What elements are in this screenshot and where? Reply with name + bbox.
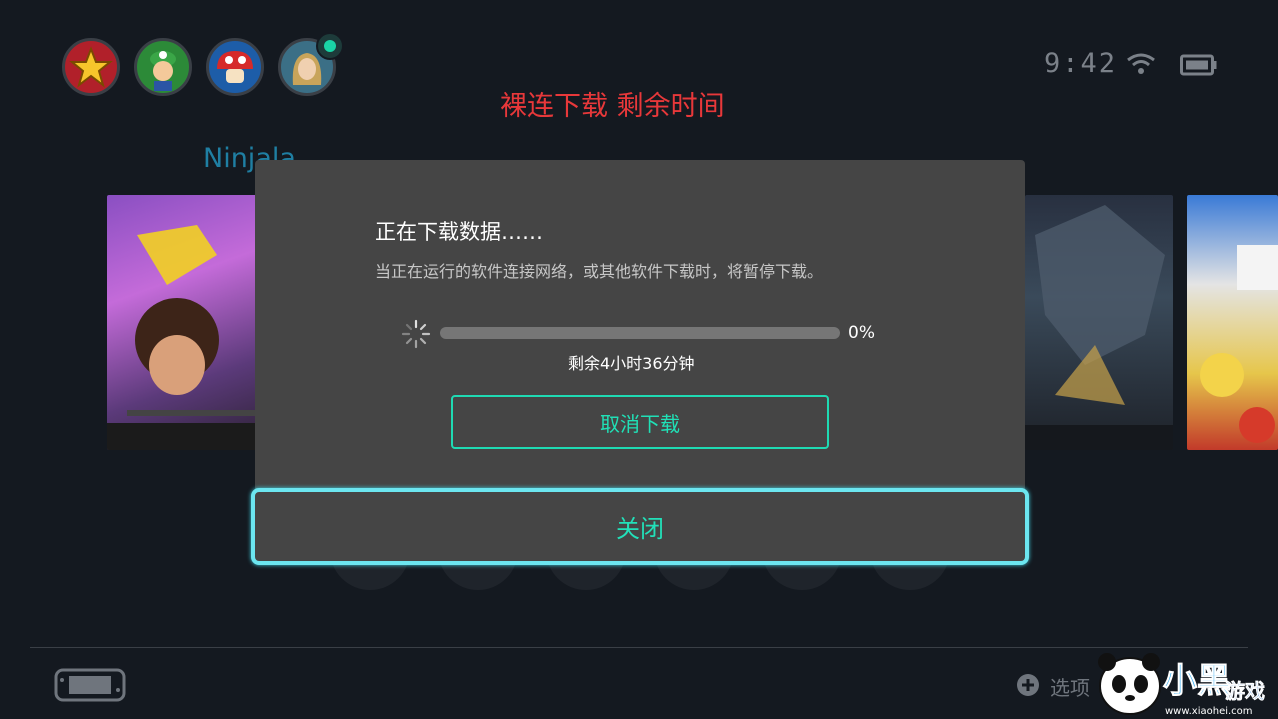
online-indicator-icon	[316, 32, 344, 60]
plus-button-icon	[1017, 674, 1039, 696]
monster-hunter-artwork-icon	[1025, 205, 1173, 450]
svg-text:小黑: 小黑	[1163, 661, 1231, 701]
game-tile-smash-bros[interactable]	[1187, 195, 1278, 450]
switch-console-icon	[54, 668, 126, 702]
user-avatar-star[interactable]	[62, 38, 120, 96]
footer-divider	[30, 647, 1248, 648]
dialog-title: 正在下载数据……	[375, 220, 543, 244]
loading-spinner-icon	[401, 319, 431, 349]
mushroom-icon	[217, 51, 253, 83]
user-avatar-mushroom[interactable]	[206, 38, 264, 96]
ninjala-artwork-icon	[107, 225, 267, 450]
game-tile-ninjala[interactable]	[107, 195, 267, 450]
headline: 裸连下载 剩余时间	[500, 91, 725, 122]
wifi-icon	[1127, 53, 1155, 74]
remaining-time: 剩余4小时36分钟	[568, 354, 695, 373]
download-progress-bar	[440, 327, 840, 339]
svg-text:游戏: 游戏	[1225, 679, 1265, 703]
user-avatar-luigi[interactable]	[134, 38, 192, 96]
clock: 9:42	[1044, 48, 1118, 79]
smash-bros-artwork-icon	[1200, 245, 1278, 443]
luigi-icon	[150, 51, 176, 91]
options-label[interactable]: 选项	[1050, 672, 1090, 701]
game-tile-monster-hunter[interactable]	[1025, 195, 1173, 450]
xiaohei-watermark-logo: 小黑 游戏 www.xiaohei.com	[1098, 653, 1265, 717]
svg-text:www.xiaohei.com: www.xiaohei.com	[1165, 706, 1253, 717]
close-button[interactable]: 关闭	[251, 488, 1029, 565]
battery-icon	[1180, 54, 1217, 76]
progress-percent: 0%	[848, 323, 875, 343]
dialog-subtitle: 当正在运行的软件连接网络，或其他软件下载时，将暂停下载。	[375, 262, 824, 281]
star-icon	[69, 46, 113, 88]
cancel-download-button[interactable]: 取消下载	[451, 395, 829, 449]
